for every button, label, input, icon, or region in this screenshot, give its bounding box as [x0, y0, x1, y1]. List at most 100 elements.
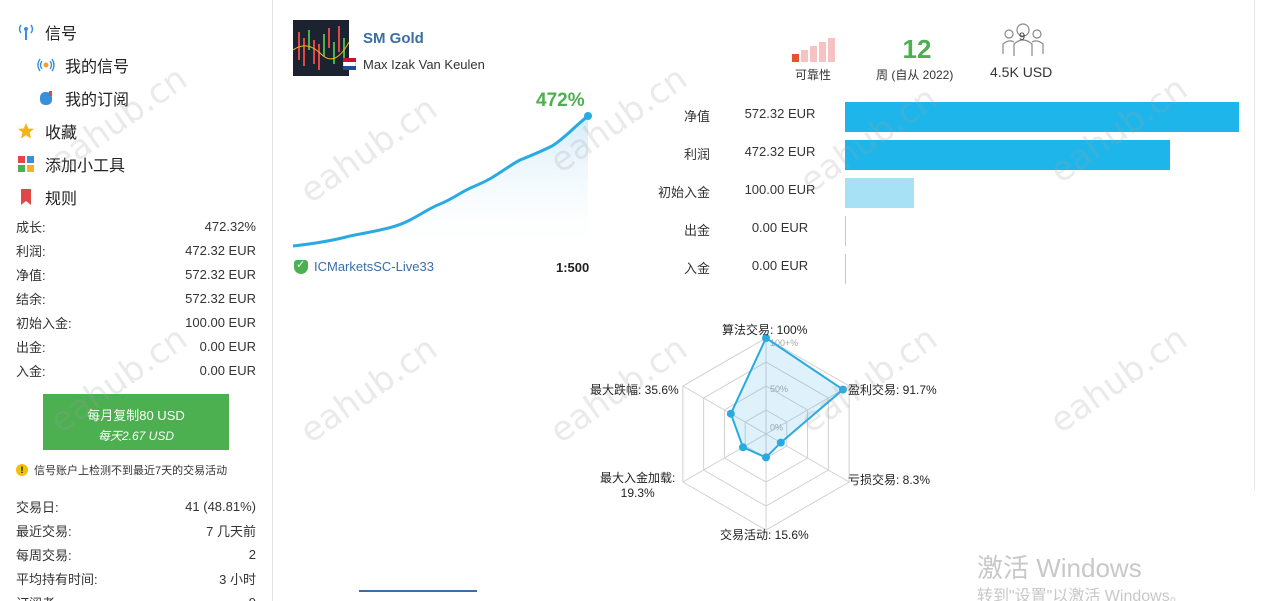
bookmark-icon	[17, 188, 35, 206]
widget-icon	[17, 155, 35, 173]
financial-value: 100.00 EUR	[744, 182, 816, 197]
copy-price-monthly: 每月复制80 USD	[87, 408, 185, 423]
stat-label: 出金:	[16, 339, 46, 355]
financial-bar-empty	[845, 216, 846, 246]
scrollbar[interactable]	[1254, 0, 1263, 490]
stat-deposits: 入金: 0.00 EUR	[16, 358, 256, 382]
radar-point	[838, 385, 847, 394]
financial-bar-empty	[845, 254, 846, 284]
stat-value: 472.32 EUR	[185, 242, 256, 258]
windows-activation-title: 激活 Windows	[977, 553, 1142, 583]
nav-label: 添加小工具	[45, 158, 126, 175]
financial-label: 净值	[683, 109, 710, 124]
stat-label: 交易日:	[16, 499, 59, 515]
stat-value: 9	[249, 595, 256, 601]
watermark: eahub.cn	[1042, 318, 1195, 442]
nav-label: 我的信号	[65, 59, 130, 76]
financial-value: 572.32 EUR	[744, 106, 816, 121]
stat-label: 每周交易:	[16, 547, 72, 563]
stat-profit: 利润: 472.32 EUR	[16, 238, 256, 262]
stat-trades-per-week: 每周交易: 2	[16, 542, 256, 566]
financial-label: 初始入金	[657, 185, 710, 200]
financial-bar	[845, 178, 914, 208]
financial-value: 0.00 EUR	[751, 258, 809, 273]
windows-activation-text: 转到"设置"以激活 Windows。	[977, 588, 1186, 601]
stat-growth: 成长: 472.32%	[16, 214, 256, 238]
chart-tab-indicator	[359, 590, 477, 601]
broker-name: ICMarketsSC-Live33	[314, 259, 434, 274]
trade-stats: 交易日: 41 (48.81%) 最近交易: 7 几天前 每周交易: 2 平均持有时间…	[16, 494, 256, 601]
stat-label: 结余:	[16, 291, 46, 307]
stat-value: 2	[248, 546, 256, 562]
growth-value: 472%	[536, 90, 585, 111]
radar-label-profit-trades: 盈利交易: 91.7%	[848, 383, 937, 397]
financial-bar	[845, 102, 1239, 132]
nav-label: 我的订阅	[65, 92, 130, 109]
radar-label-drawdown: 最大跌幅: 35.6%	[590, 383, 679, 397]
stat-label: 净值:	[16, 267, 46, 283]
financial-value: 0.00 EUR	[751, 220, 809, 235]
stat-label: 订阅者:	[16, 593, 59, 601]
stat-subscribers: 订阅者: 9	[16, 590, 256, 601]
signal-thumbnail[interactable]	[293, 20, 349, 76]
balance-kpi: 4.5K USD	[990, 64, 1053, 80]
radar-chart[interactable]: 100+%50%0%	[560, 310, 980, 555]
sidebar: 信号 我的信号 我的订阅 收藏 添加小工具 规则 成长: 472.32% 利润:…	[0, 0, 273, 601]
signal-author[interactable]: Max Izak Van Keulen	[363, 57, 485, 72]
nav-label: 收藏	[45, 125, 78, 142]
radar-label-loss-trades: 亏损交易: 8.3%	[848, 473, 931, 487]
inactivity-warning: ! 信号账户上检测不到最近7天的交易活动	[16, 462, 227, 478]
copy-price-daily: 每天2.67 USD	[97, 429, 175, 443]
growth-area	[293, 116, 588, 255]
stat-value: 7 几天前	[206, 523, 256, 539]
nav-favorites[interactable]: 收藏	[17, 119, 77, 143]
radar-point	[726, 409, 735, 418]
stat-value: 572.32 EUR	[185, 266, 256, 282]
stat-label: 入金:	[16, 363, 46, 379]
financial-bar	[845, 140, 1170, 170]
stat-value: 0.00 EUR	[199, 362, 256, 378]
watermark: eahub.cn	[292, 328, 445, 452]
stat-value: 472.32%	[204, 218, 256, 234]
warning-text: 信号账户上检测不到最近7天的交易活动	[34, 465, 228, 477]
nav-rules[interactable]: 规则	[17, 185, 77, 209]
stat-value: 41 (48.81%)	[185, 498, 256, 514]
reliability-label: 可靠性	[795, 68, 832, 82]
broker-link[interactable]: ICMarketsSC-Live33	[294, 258, 434, 274]
stat-label: 平均持有时间:	[16, 571, 98, 587]
stat-label: 利润:	[16, 243, 46, 259]
radar-point	[776, 438, 785, 447]
financial-label: 出金	[683, 223, 710, 238]
stat-value: 3 小时	[219, 571, 256, 587]
stat-latest-trade: 最近交易: 7 几天前	[16, 518, 256, 542]
weeks-value: 12	[902, 34, 932, 64]
copy-subscribe-button[interactable]: 每月复制80 USD 每天2.67 USD	[43, 394, 229, 450]
antenna-icon	[17, 23, 35, 41]
subscription-icon	[37, 89, 55, 107]
nav-my-subscriptions[interactable]: 我的订阅	[37, 86, 129, 110]
stat-avg-holding: 平均持有时间: 3 小时	[16, 566, 256, 590]
nav-label: 信号	[45, 26, 78, 43]
stat-equity: 净值: 572.32 EUR	[16, 262, 256, 286]
verified-shield-icon	[294, 258, 308, 274]
signal-name[interactable]: SM Gold	[363, 30, 424, 47]
growth-chart[interactable]	[290, 110, 600, 255]
stat-value: 0.00 EUR	[199, 338, 256, 354]
broadcast-icon	[37, 56, 55, 74]
nav-signals[interactable]: 信号	[17, 20, 77, 44]
stat-value: 100.00 EUR	[185, 314, 256, 330]
account-stats: 成长: 472.32% 利润: 472.32 EUR 净值: 572.32 EUR 结…	[16, 214, 256, 382]
netherlands-flag-icon	[343, 58, 356, 70]
stat-balance: 结余: 572.32 EUR	[16, 286, 256, 310]
radar-point	[738, 443, 747, 452]
financial-value: 472.32 EUR	[744, 144, 816, 159]
page: 信号 我的信号 我的订阅 收藏 添加小工具 规则 成长: 472.32% 利润:…	[0, 0, 1263, 601]
weeks-label: 周 (自从 2022)	[876, 68, 954, 82]
nav-add-widget[interactable]: 添加小工具	[17, 152, 125, 176]
stat-value: 572.32 EUR	[185, 290, 256, 306]
stat-label: 最近交易:	[16, 523, 72, 539]
nav-my-signals[interactable]: 我的信号	[37, 53, 129, 77]
star-icon	[17, 122, 35, 140]
nav-label: 规则	[45, 191, 78, 208]
subscribers-count: 9	[1018, 31, 1026, 43]
